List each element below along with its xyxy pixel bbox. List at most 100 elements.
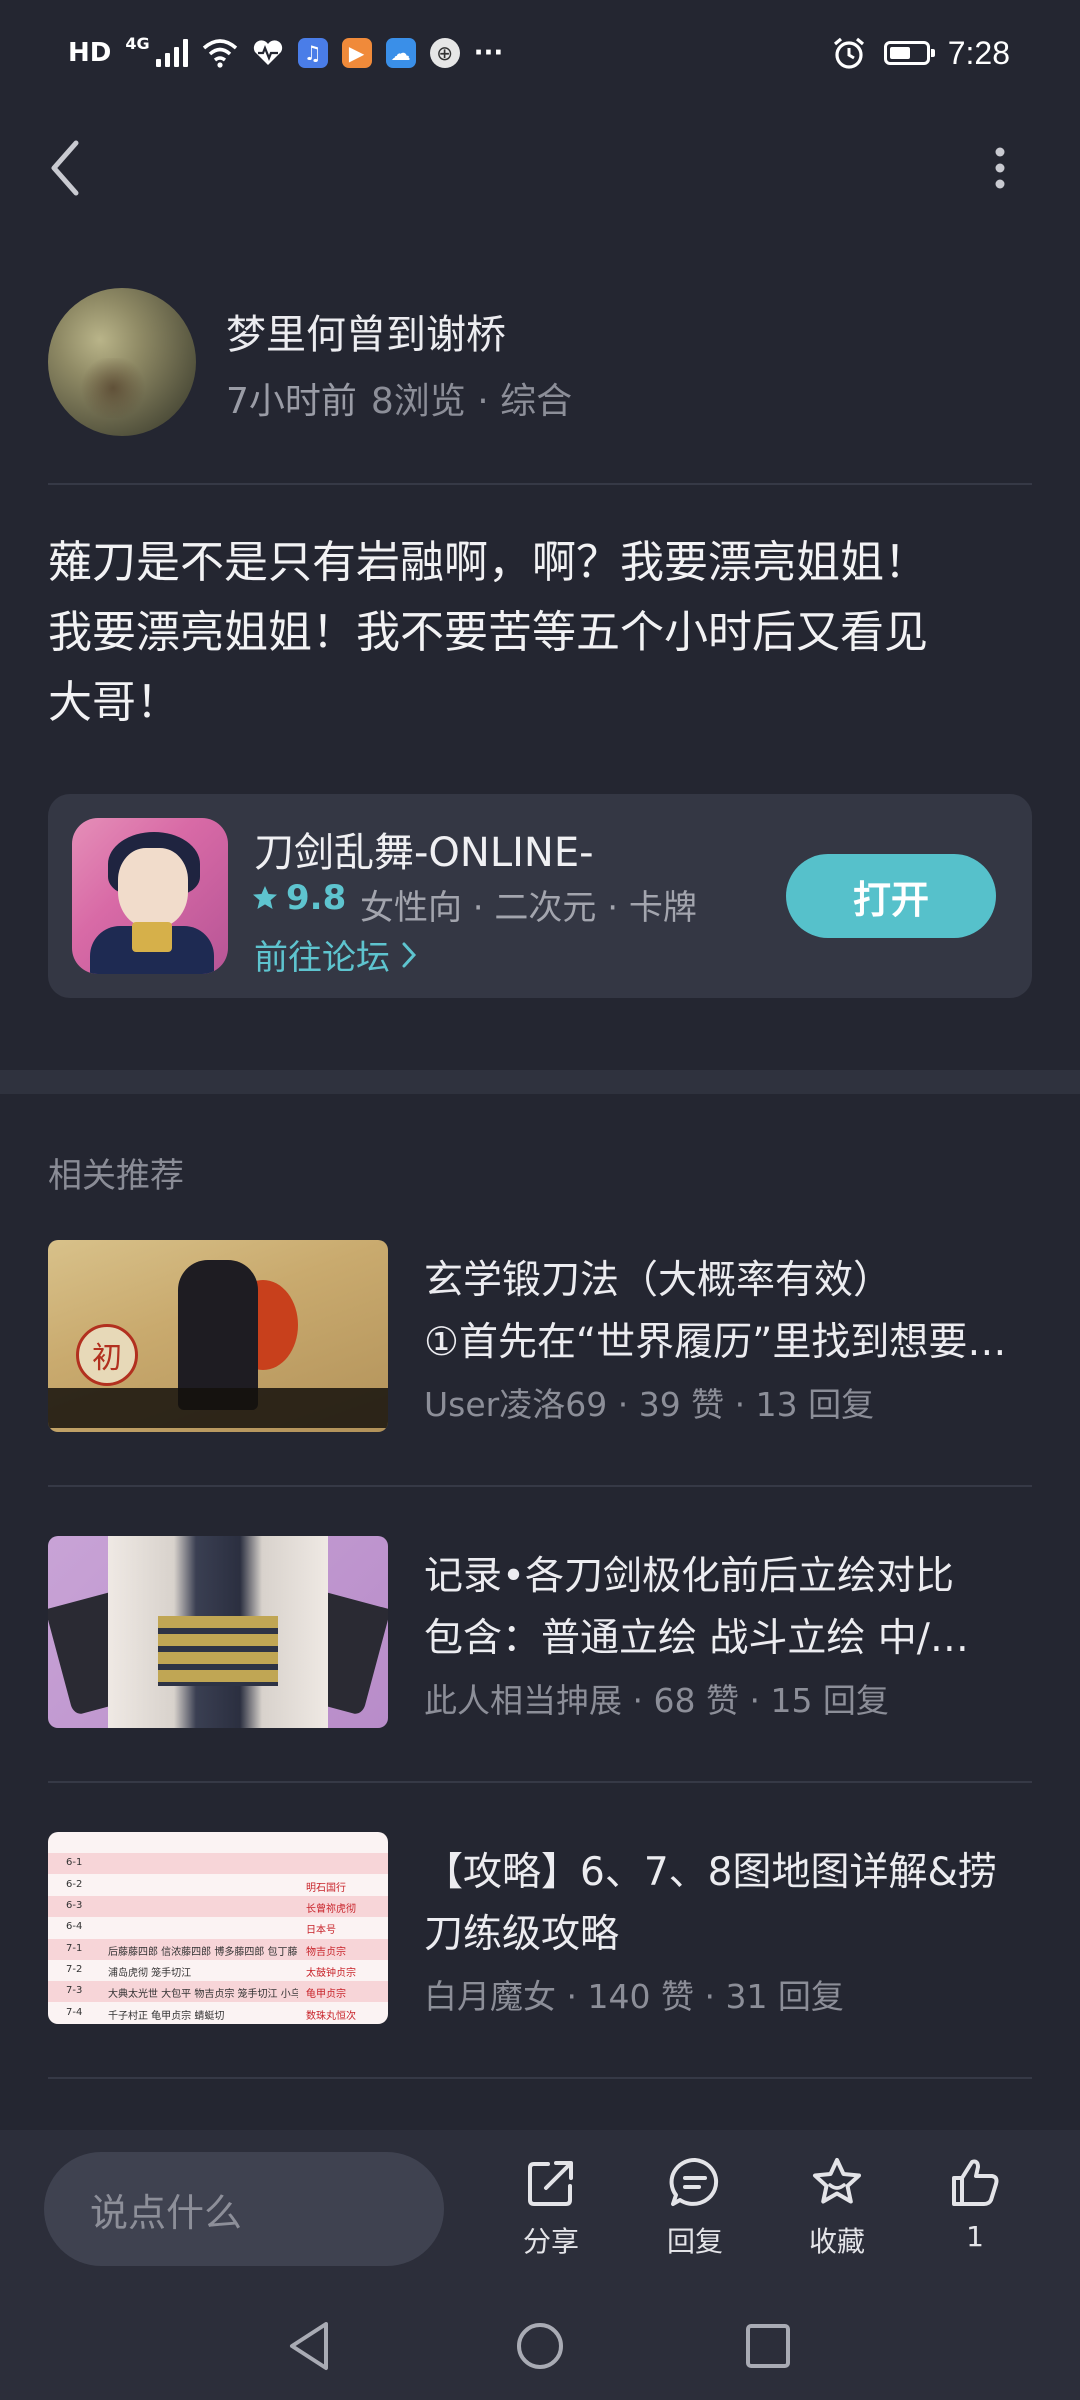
game-title[interactable]: 刀剑乱舞-ONLINE- bbox=[254, 820, 594, 878]
bottom-action-bar: 说点什么 分享 回复 收藏 1 bbox=[0, 2130, 1080, 2288]
hd-indicator: HD bbox=[68, 38, 112, 68]
status-right-icons: 7:28 bbox=[832, 30, 1010, 76]
recommendation-title[interactable]: 玄学锻刀法（大概率有效） ①首先在“世界履历”里找到想要… bbox=[424, 1250, 1032, 1374]
recommendation-likes: 140 赞 bbox=[587, 1977, 694, 2016]
rating-value: 9.8 bbox=[286, 878, 347, 918]
thumbnail-table-drop: 明石国行 bbox=[306, 1883, 346, 1894]
nav-home-icon[interactable] bbox=[512, 2318, 568, 2374]
post-content-line: 薙刀是不是只有岩融啊，啊？我要漂亮姐姐！ bbox=[48, 537, 928, 588]
game-icon[interactable] bbox=[72, 818, 228, 974]
alarm-icon bbox=[833, 37, 864, 69]
wifi-icon bbox=[202, 39, 237, 68]
section-divider bbox=[0, 1070, 1080, 1094]
recommendation-meta: 白月魔女 · 140 赞 · 31 回复 bbox=[424, 1977, 844, 2016]
more-notifications-icon: ··· bbox=[473, 38, 504, 68]
recommendation-title-line: 记录•各刀剑极化前后立绘对比 bbox=[424, 1554, 955, 1599]
recommendation-title[interactable]: 【攻略】6、7、8图地图详解&捞 刀练级攻略 bbox=[424, 1842, 1032, 1966]
divider bbox=[48, 2077, 1032, 2079]
open-game-button[interactable]: 打开 bbox=[786, 854, 996, 938]
favorite-button[interactable]: 收藏 bbox=[782, 2154, 892, 2274]
recommendation-author: 此人相当抻展 bbox=[424, 1681, 622, 1720]
thumbs-up-icon bbox=[952, 2159, 999, 2206]
thumbnail-table-value: 后藤藤四郎 信浓藤四郎 博多藤四郎 包丁藤四郎 浦岛虎彻 bbox=[108, 1947, 298, 1958]
thumbnail-table-value: 浦岛虎彻 笼手切江 bbox=[108, 1968, 192, 1979]
thumbnail-table-value: 大典太光世 大包平 物吉贞宗 笼手切江 小乌丸 bbox=[108, 1989, 298, 2000]
reply-label: 回复 bbox=[666, 2225, 723, 2258]
comment-input[interactable]: 说点什么 bbox=[44, 2152, 444, 2266]
system-navigation-bar bbox=[0, 2288, 1080, 2400]
favorite-label: 收藏 bbox=[808, 2225, 865, 2258]
author-avatar[interactable] bbox=[48, 288, 196, 436]
chevron-right-icon bbox=[402, 942, 417, 967]
thumbnail-table-row bbox=[48, 1917, 388, 1938]
thumbnail-table-key: 6-3 bbox=[66, 1900, 83, 1911]
recommendation-thumbnail[interactable]: 初 bbox=[48, 1240, 388, 1432]
like-count: 1 bbox=[966, 2220, 984, 2253]
recommendation-meta: User凌洛69 · 39 赞 · 13 回复 bbox=[424, 1385, 875, 1424]
thumbnail-table-row bbox=[48, 1853, 388, 1874]
favorite-star-icon bbox=[813, 2158, 861, 2204]
post-meta: 7小时前 8浏览 · 综合 bbox=[226, 372, 572, 424]
meta-separator: · bbox=[477, 381, 501, 422]
thumbnail-table-drop: 长曾祢虎彻 bbox=[306, 1904, 356, 1915]
share-label: 分享 bbox=[522, 2225, 579, 2258]
share-button[interactable]: 分享 bbox=[496, 2154, 606, 2274]
more-options-icon[interactable] bbox=[970, 138, 1030, 198]
forum-link-label: 前往论坛 bbox=[254, 938, 390, 978]
back-icon[interactable] bbox=[40, 135, 90, 201]
author-name[interactable]: 梦里何曾到谢桥 bbox=[226, 302, 506, 360]
divider bbox=[48, 483, 1032, 485]
post-views: 8浏览 bbox=[370, 381, 466, 422]
recommendation-author: 白月魔女 bbox=[424, 1977, 556, 2016]
recommendation-item[interactable]: 记录•各刀剑极化前后立绘对比 包含：普通立绘 战斗立绘 中/… 此人相当抻展 ·… bbox=[48, 1536, 1032, 1728]
thumbnail-table-value: 千子村正 龟甲贞宗 蜻蜓切 bbox=[108, 2011, 225, 2022]
post-content-line: 我要漂亮姐姐！我不要苦等五个小时后又看见 bbox=[48, 607, 928, 658]
browser-app-icon: ⊕ bbox=[429, 38, 460, 68]
divider bbox=[48, 1781, 1032, 1783]
nav-back-icon[interactable] bbox=[282, 2318, 338, 2374]
forum-link[interactable]: 前往论坛 bbox=[254, 930, 418, 979]
player-app-icon: ▶ bbox=[341, 38, 372, 68]
thumbnail-table-key: 7-3 bbox=[66, 1985, 83, 1996]
recommendation-replies: 31 回复 bbox=[725, 1977, 844, 2016]
clock: 7:28 bbox=[947, 34, 1010, 71]
network-type: 4G bbox=[125, 34, 150, 53]
recommendation-title-line: 刀练级攻略 bbox=[424, 1912, 620, 1957]
post-content-line: 大哥！ bbox=[48, 677, 180, 728]
post-category[interactable]: 综合 bbox=[500, 381, 572, 422]
recommendation-thumbnail[interactable]: 6-1 6-2 明石国行 6-3 长曾祢虎彻 6-4 日本号 7-1 后藤藤四郎 信浓藤四郎 博… bbox=[48, 1832, 388, 2024]
post-content: 薙刀是不是只有岩融啊，啊？我要漂亮姐姐！ 我要漂亮姐姐！我不要苦等五个小时后又看… bbox=[48, 528, 1028, 738]
recommendation-replies: 13 回复 bbox=[755, 1385, 875, 1424]
nav-recents-icon[interactable] bbox=[740, 2318, 796, 2374]
thumbnail-table-key: 6-2 bbox=[66, 1879, 83, 1890]
thumbnail-table-key: 6-4 bbox=[66, 1921, 83, 1932]
recommendation-meta: 此人相当抻展 · 68 赞 · 15 回复 bbox=[424, 1681, 889, 1720]
share-icon bbox=[528, 2161, 573, 2206]
recommendation-likes: 39 赞 bbox=[638, 1385, 725, 1424]
recommendation-thumbnail[interactable] bbox=[48, 1536, 388, 1728]
post-time: 7小时前 bbox=[226, 381, 357, 422]
related-section-title: 相关推荐 bbox=[48, 1156, 184, 1196]
like-button[interactable]: 1 bbox=[920, 2154, 1030, 2274]
recommendation-item[interactable]: 初 玄学锻刀法（大概率有效） ①首先在“世界履历”里找到想要… User凌洛69… bbox=[48, 1240, 1032, 1432]
recommendation-title[interactable]: 记录•各刀剑极化前后立绘对比 包含：普通立绘 战斗立绘 中/… bbox=[424, 1546, 1032, 1670]
recommendation-title-line: 玄学锻刀法（大概率有效） bbox=[424, 1258, 893, 1303]
game-rating: 9.8 bbox=[252, 878, 346, 918]
game-tags: 女性向 · 二次元 · 卡牌 bbox=[360, 888, 697, 928]
recommendation-title-line: 包含：普通立绘 战斗立绘 中/… bbox=[424, 1616, 969, 1661]
recommendation-likes: 68 赞 bbox=[653, 1681, 739, 1720]
cloud-app-icon: ☁ bbox=[385, 38, 416, 68]
reply-button[interactable]: 回复 bbox=[640, 2154, 750, 2274]
thumbnail-table-drop: 太鼓钟贞宗 bbox=[306, 1968, 356, 1979]
thumbnail-table-drop: 龟甲贞宗 bbox=[306, 1989, 346, 2000]
thumbnail-table-key: 7-4 bbox=[66, 2007, 83, 2018]
game-card[interactable]: 刀剑乱舞-ONLINE- 9.8 女性向 · 二次元 · 卡牌 前往论坛 打开 bbox=[48, 794, 1032, 998]
health-icon bbox=[253, 40, 282, 65]
thumbnail-table-key: 6-1 bbox=[66, 1857, 83, 1868]
thumbnail-table-key: 7-2 bbox=[66, 1964, 83, 1975]
recommendation-item[interactable]: 6-1 6-2 明石国行 6-3 长曾祢虎彻 6-4 日本号 7-1 后藤藤四郎 信浓藤四郎 博… bbox=[48, 1832, 1032, 2024]
recommendation-title-line: ①首先在“世界履历”里找到想要… bbox=[424, 1320, 1007, 1365]
music-app-icon: ♫ bbox=[297, 38, 328, 68]
signal-icon bbox=[155, 39, 188, 67]
divider bbox=[48, 1485, 1032, 1487]
